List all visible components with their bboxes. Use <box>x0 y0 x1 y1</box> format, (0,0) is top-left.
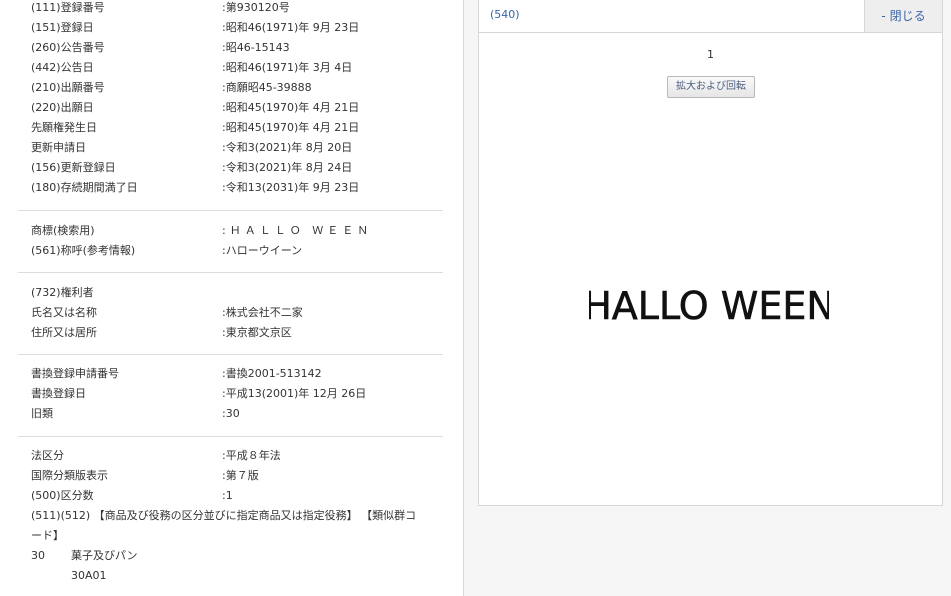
field-value: :30 <box>222 407 240 420</box>
field-label: (220)出願日 <box>31 101 94 114</box>
field-value: :昭和46(1971)年 3月 4日 <box>222 61 353 74</box>
goods-class: 30 <box>31 549 45 562</box>
section-heading: (732)権利者 <box>31 286 94 299</box>
field-value: :第７版 <box>222 469 259 482</box>
field-label: (111)登録番号 <box>31 1 105 14</box>
field-label: 書換登録申請番号 <box>31 367 119 380</box>
trademark-info-pane: (111)登録番号 :第930120号 (151)登録日 :昭和46(1971)… <box>0 0 463 596</box>
trademark-image-panel: (540) - 閉じる 1 拡大および回転 HALLO WEEN <box>478 0 943 506</box>
field-label: (260)公告番号 <box>31 41 105 54</box>
field-value: :商願昭45-39888 <box>222 81 312 94</box>
field-label: 旧類 <box>31 407 53 420</box>
field-label: (442)公告日 <box>31 61 94 74</box>
panel-code: (540) <box>490 8 520 21</box>
field-value: :昭和45(1970)年 4月 21日 <box>222 101 360 114</box>
field-value: :昭和45(1970)年 4月 21日 <box>222 121 360 134</box>
field-label: (156)更新登録日 <box>31 161 116 174</box>
trademark-detail-page: (111)登録番号 :第930120号 (151)登録日 :昭和46(1971)… <box>0 0 951 596</box>
goods-heading-text: (511)(512) 【商品及び役務の区分並びに指定商品又は指定役務】 【類似群… <box>31 509 417 522</box>
field-label: 先願権発生日 <box>31 121 97 134</box>
goods-heading: (511)(512) 【商品及び役務の区分並びに指定商品又は指定役務】 【類似群… <box>31 508 416 524</box>
similar-group-code: 30A01 <box>71 569 107 582</box>
goods-item: 菓子及びパン <box>71 549 138 562</box>
trademark-image: HALLO WEEN <box>589 284 829 329</box>
field-label: 住所又は居所 <box>31 326 97 339</box>
field-value: :昭和46(1971)年 9月 23日 <box>222 21 360 34</box>
section-divider <box>18 210 443 211</box>
field-value: :第930120号 <box>222 1 290 14</box>
field-value: :昭46-15143 <box>222 41 290 54</box>
field-value: :書換2001-513142 <box>222 367 322 380</box>
field-value: :1 <box>222 489 233 502</box>
field-value: :令和3(2021)年 8月 24日 <box>222 161 353 174</box>
field-label: 更新申請日 <box>31 141 86 154</box>
field-value: :ＨＡＬＬＯ ＷＥＥＮ <box>222 224 373 237</box>
field-label: 国際分類版表示 <box>31 469 108 482</box>
field-label: 商標(検索用) <box>31 224 95 237</box>
page-number: 1 <box>707 48 714 61</box>
section-divider <box>18 354 443 355</box>
field-value: :株式会社不二家 <box>222 306 303 319</box>
goods-heading-text: ード】 <box>31 529 64 542</box>
field-label: (561)称呼(参考情報) <box>31 244 136 257</box>
field-label: (210)出願番号 <box>31 81 105 94</box>
zoom-rotate-button[interactable]: 拡大および回転 <box>667 76 755 98</box>
field-value: :東京都文京区 <box>222 326 292 339</box>
section-divider <box>18 272 443 273</box>
field-label: (180)存続期間満了日 <box>31 181 138 194</box>
field-label: 法区分 <box>31 449 64 462</box>
image-pane: (540) - 閉じる 1 拡大および回転 HALLO WEEN <box>464 0 951 596</box>
field-value: :令和13(2031)年 9月 23日 <box>222 181 360 194</box>
field-value: :ハローウイーン <box>222 244 303 257</box>
goods-heading-continued: ード】 <box>31 528 64 544</box>
panel-header: (540) - 閉じる <box>479 0 942 33</box>
section-divider <box>18 436 443 437</box>
field-label: 書換登録日 <box>31 387 86 400</box>
field-label: 氏名又は名称 <box>31 306 97 319</box>
field-value: :平成13(2001)年 12月 26日 <box>222 387 367 400</box>
trademark-image-text: HALLO WEEN <box>589 284 829 328</box>
close-button[interactable]: - 閉じる <box>864 0 942 32</box>
field-value: :令和3(2021)年 8月 20日 <box>222 141 353 154</box>
field-label: (500)区分数 <box>31 489 94 502</box>
field-label: (151)登録日 <box>31 21 94 34</box>
field-value: :平成８年法 <box>222 449 281 462</box>
